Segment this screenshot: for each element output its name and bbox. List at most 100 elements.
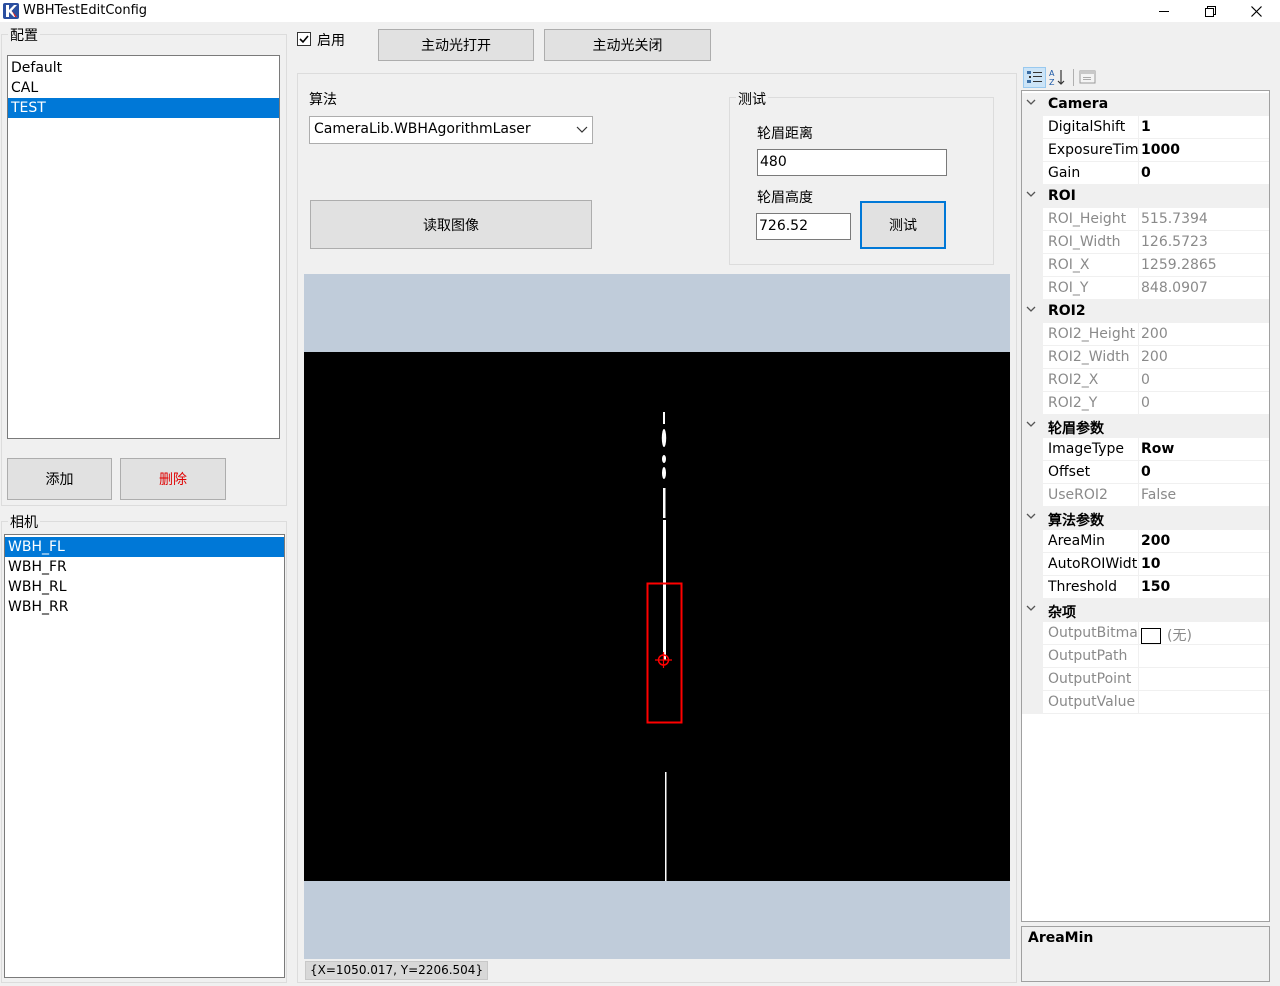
light-off-button[interactable]: 主动光关闭 [544, 29, 711, 61]
property-category[interactable]: 算法参数 [1022, 507, 1269, 530]
property-row[interactable]: ROI2_Height 200 [1022, 323, 1269, 346]
config-list-item[interactable]: Default [8, 58, 279, 78]
image-viewer[interactable] [304, 274, 1010, 959]
property-row[interactable]: ROI2_Width 200 [1022, 346, 1269, 369]
distance-label: 轮眉距离 [757, 126, 813, 142]
property-category-name: 轮眉参数 [1048, 421, 1104, 437]
title-bar[interactable]: WBHTestEditConfig [0, 0, 1280, 22]
read-image-button[interactable]: 读取图像 [310, 200, 592, 249]
camera-list[interactable]: WBH_FL WBH_FR WBH_RL WBH_RR [4, 534, 285, 978]
property-value[interactable]: 200 [1141, 533, 1170, 549]
property-description: AreaMin [1021, 926, 1270, 982]
property-value: 0 [1141, 395, 1150, 411]
camera-list-item[interactable]: WBH_FL [5, 537, 284, 557]
add-button[interactable]: 添加 [7, 458, 112, 500]
minimize-button[interactable] [1141, 0, 1187, 22]
property-category[interactable]: Camera [1022, 93, 1269, 116]
categorized-view-button[interactable] [1023, 67, 1046, 88]
property-name: UseROI2 [1048, 487, 1108, 503]
delete-button[interactable]: 删除 [120, 458, 226, 500]
property-value-text: 0 [1141, 372, 1150, 388]
property-separator [1138, 576, 1139, 599]
property-category[interactable]: ROI [1022, 185, 1269, 208]
camera-list-item[interactable]: WBH_RL [5, 577, 284, 597]
chevron-down-icon[interactable] [1026, 95, 1040, 112]
property-row[interactable]: AreaMin 200 [1022, 530, 1269, 553]
property-row[interactable]: ROI2_X 0 [1022, 369, 1269, 392]
property-value: 1259.2865 [1141, 257, 1217, 273]
light-on-button[interactable]: 主动光打开 [378, 29, 534, 61]
property-row[interactable]: Offset 0 [1022, 461, 1269, 484]
config-list-item[interactable]: TEST [8, 98, 279, 118]
property-category[interactable]: 杂项 [1022, 599, 1269, 622]
property-gutter [1022, 346, 1043, 369]
chevron-down-icon[interactable] [1026, 509, 1040, 526]
property-row[interactable]: OutputPath [1022, 645, 1269, 668]
alphabetical-view-button[interactable]: A Z [1047, 67, 1069, 88]
property-row[interactable]: ROI_Width 126.5723 [1022, 231, 1269, 254]
property-name: OutputPath [1048, 648, 1128, 664]
property-value: False [1141, 487, 1176, 503]
camera-list-item[interactable]: WBH_RR [5, 597, 284, 617]
property-separator [1138, 208, 1139, 231]
chevron-down-icon[interactable] [1026, 187, 1040, 204]
property-category[interactable]: 轮眉参数 [1022, 415, 1269, 438]
property-grid[interactable]: Camera DigitalShift 1 ExposureTime 1000 Gain 0… [1021, 90, 1270, 922]
property-row[interactable]: Threshold 150 [1022, 576, 1269, 599]
property-row[interactable]: OutputPoint [1022, 668, 1269, 691]
property-pages-button[interactable] [1077, 67, 1099, 88]
property-row[interactable]: OutputBitmap (无) [1022, 622, 1269, 645]
property-category[interactable]: ROI2 [1022, 300, 1269, 323]
property-value[interactable]: 0 [1141, 165, 1151, 181]
property-value-text: 150 [1141, 579, 1171, 595]
property-gutter [1022, 231, 1043, 254]
property-value[interactable]: 10 [1141, 556, 1160, 572]
property-gutter [1022, 116, 1043, 139]
property-separator [1138, 668, 1139, 691]
property-value[interactable]: 150 [1141, 579, 1170, 595]
property-value[interactable]: 1 [1141, 119, 1151, 135]
algorithm-select[interactable]: CameraLib.WBHAgorithmLaser [309, 116, 593, 144]
property-value[interactable]: 1000 [1141, 142, 1180, 158]
property-row[interactable]: ROI_X 1259.2865 [1022, 254, 1269, 277]
property-category-name: ROI2 [1048, 303, 1086, 319]
property-gutter [1022, 484, 1043, 507]
property-gutter [1022, 139, 1043, 162]
property-separator [1138, 231, 1139, 254]
property-gutter [1022, 369, 1043, 392]
property-gutter [1022, 162, 1043, 185]
property-row[interactable]: ROI_Y 848.0907 [1022, 277, 1269, 300]
close-button[interactable] [1233, 0, 1279, 22]
chevron-down-icon[interactable] [1026, 302, 1040, 319]
config-list[interactable]: Default CAL TEST [7, 55, 280, 439]
property-row[interactable]: DigitalShift 1 [1022, 116, 1269, 139]
property-row[interactable]: OutputValue [1022, 691, 1269, 714]
property-row[interactable]: UseROI2 False [1022, 484, 1269, 507]
property-gutter [1022, 461, 1043, 484]
property-separator [1138, 691, 1139, 714]
enable-checkbox[interactable] [297, 32, 311, 46]
chevron-down-icon[interactable] [1026, 601, 1040, 618]
property-row[interactable]: ExposureTime 1000 [1022, 139, 1269, 162]
camera-list-item[interactable]: WBH_FR [5, 557, 284, 577]
distance-input[interactable]: 480 [757, 149, 947, 176]
property-row[interactable]: AutoROIWidth 10 [1022, 553, 1269, 576]
check-icon [299, 35, 309, 44]
property-value[interactable]: Row [1141, 441, 1174, 457]
height-input[interactable]: 726.52 [756, 213, 851, 240]
property-row[interactable]: Gain 0 [1022, 162, 1269, 185]
property-value-text: 10 [1141, 556, 1161, 572]
property-row[interactable]: ImageType Row [1022, 438, 1269, 461]
property-gutter [1022, 668, 1043, 691]
property-row[interactable]: ROI2_Y 0 [1022, 392, 1269, 415]
property-row[interactable]: ROI_Height 515.7394 [1022, 208, 1269, 231]
property-name: ROI2_Width [1048, 349, 1130, 365]
restore-button[interactable] [1187, 0, 1233, 22]
property-value[interactable]: 0 [1141, 464, 1151, 480]
config-list-item[interactable]: CAL [8, 78, 279, 98]
property-gutter [1022, 576, 1043, 599]
property-separator [1138, 622, 1139, 645]
test-button[interactable]: 测试 [860, 201, 946, 249]
chevron-down-icon[interactable] [1026, 417, 1040, 434]
property-value-text: 1000 [1141, 142, 1180, 158]
